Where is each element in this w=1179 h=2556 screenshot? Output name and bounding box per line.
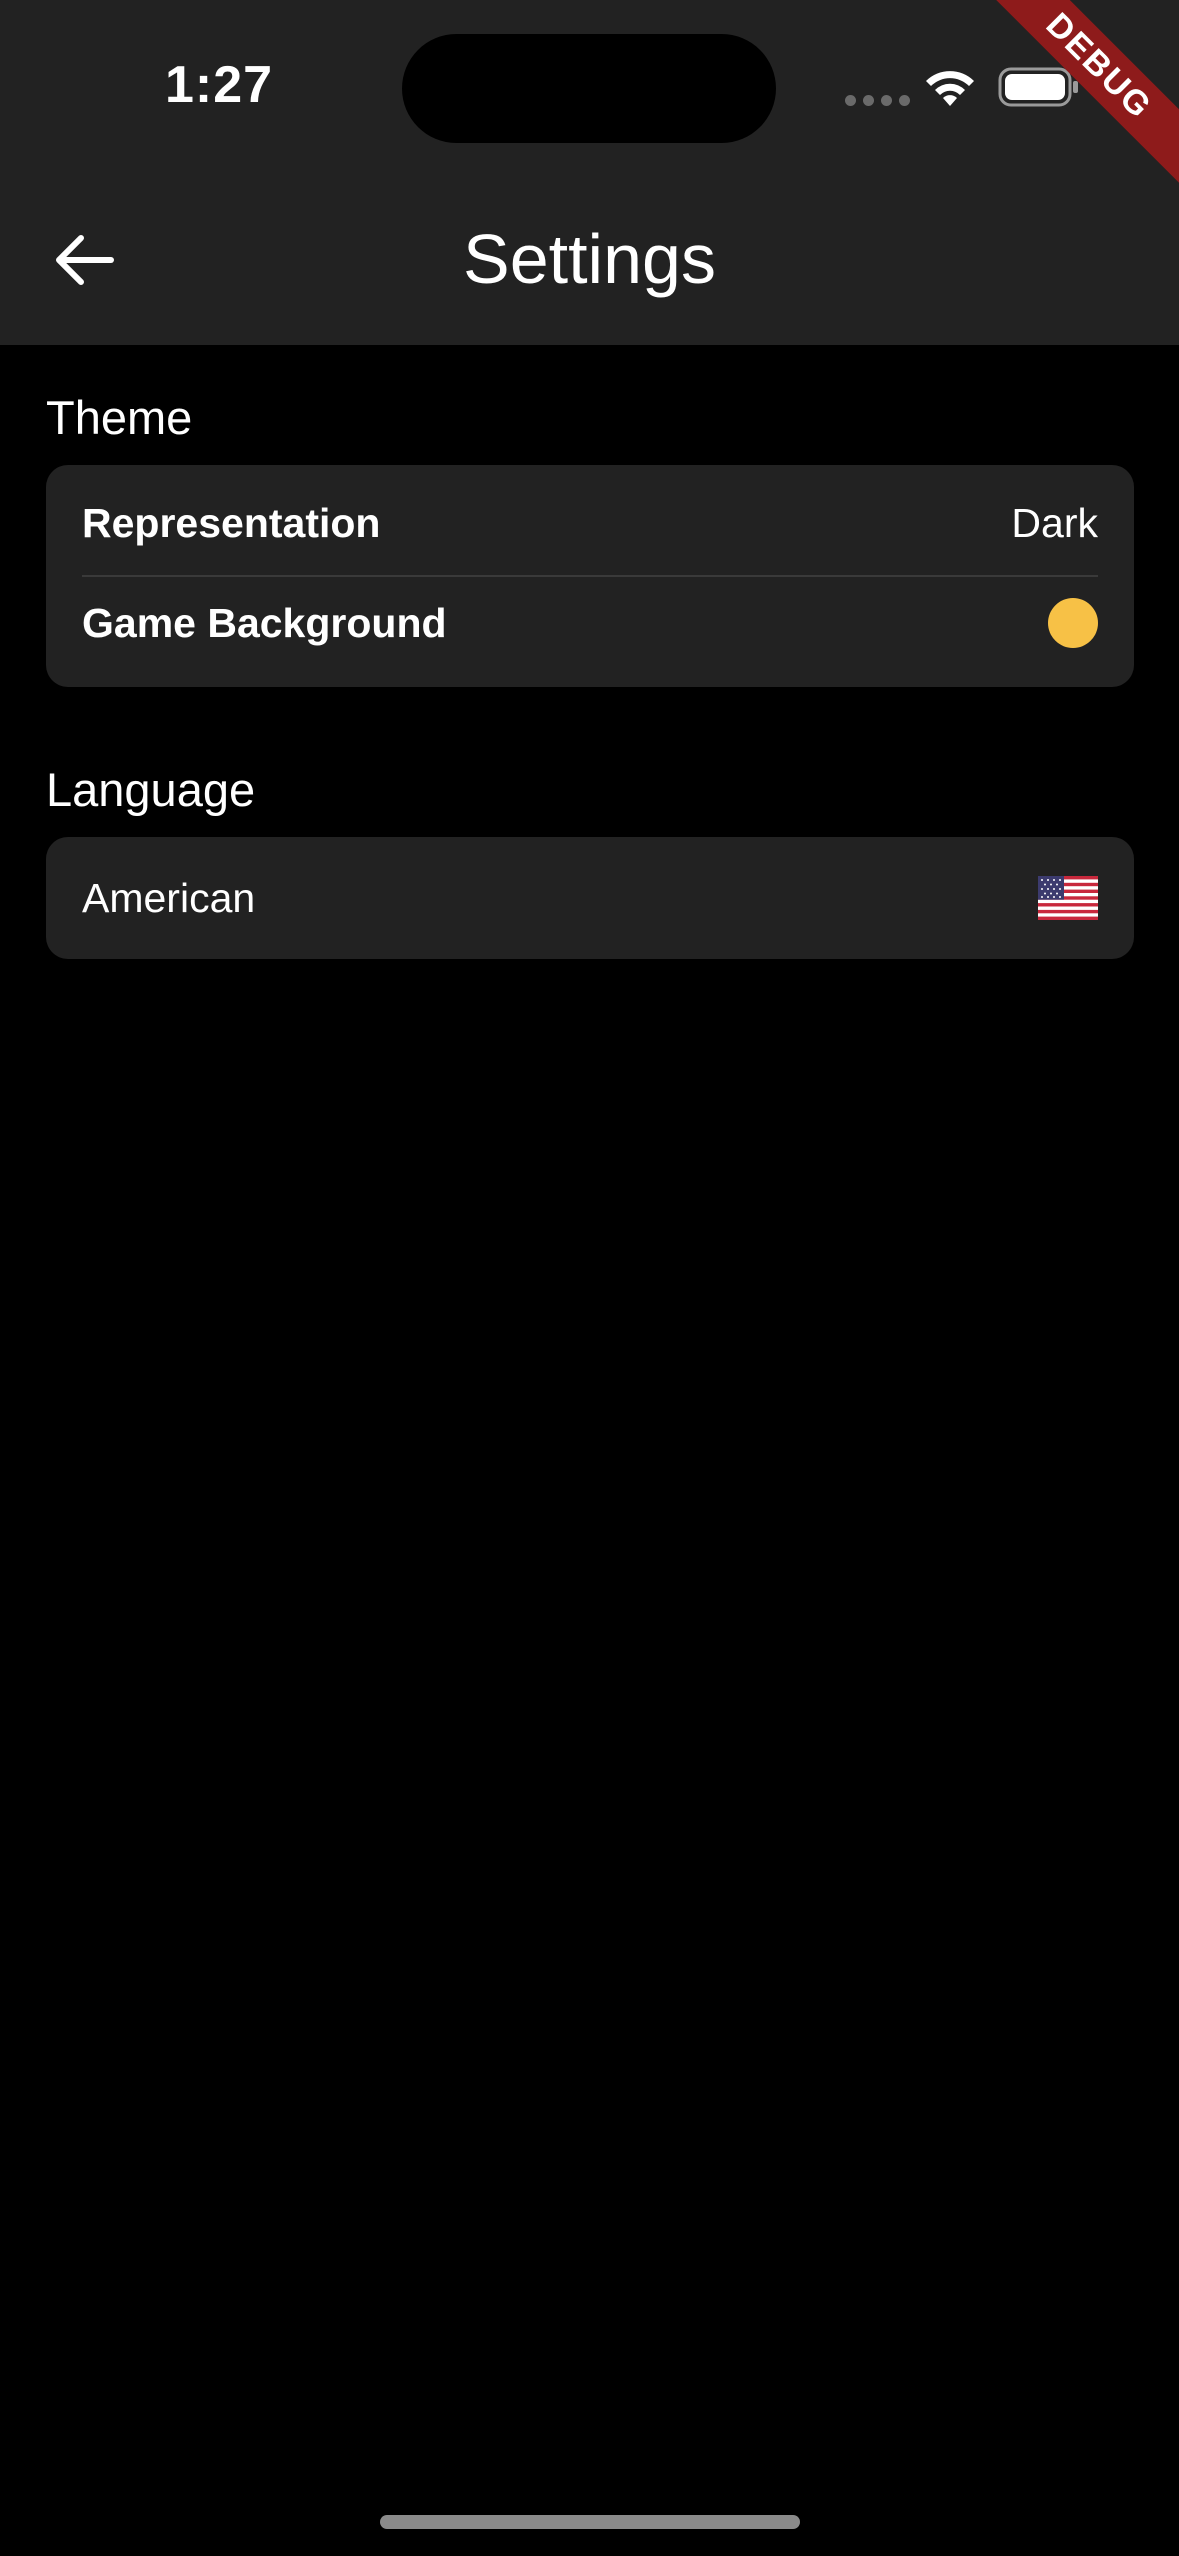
representation-value: Dark [1011,499,1098,546]
home-indicator[interactable] [380,2515,800,2529]
language-row[interactable]: American [82,864,1098,932]
theme-card: Representation Dark Game Background [46,465,1134,687]
representation-label: Representation [82,499,381,546]
cellular-signal-icon [845,95,910,106]
game-background-label: Game Background [82,599,447,646]
page-title: Settings [463,220,716,298]
section-label-language: Language [46,763,256,816]
us-flag-icon [1038,876,1098,920]
language-selected-label: American [82,874,256,921]
representation-row[interactable]: Representation Dark [82,489,1098,557]
game-background-row[interactable]: Game Background [82,589,1098,657]
battery-icon [998,67,1078,107]
game-background-color-swatch[interactable] [1048,598,1098,648]
wifi-icon [926,71,974,106]
dynamic-island [402,34,776,143]
status-time: 1:27 [165,56,274,114]
row-divider [82,575,1098,577]
language-card: American [46,837,1134,959]
section-label-theme: Theme [46,391,193,444]
